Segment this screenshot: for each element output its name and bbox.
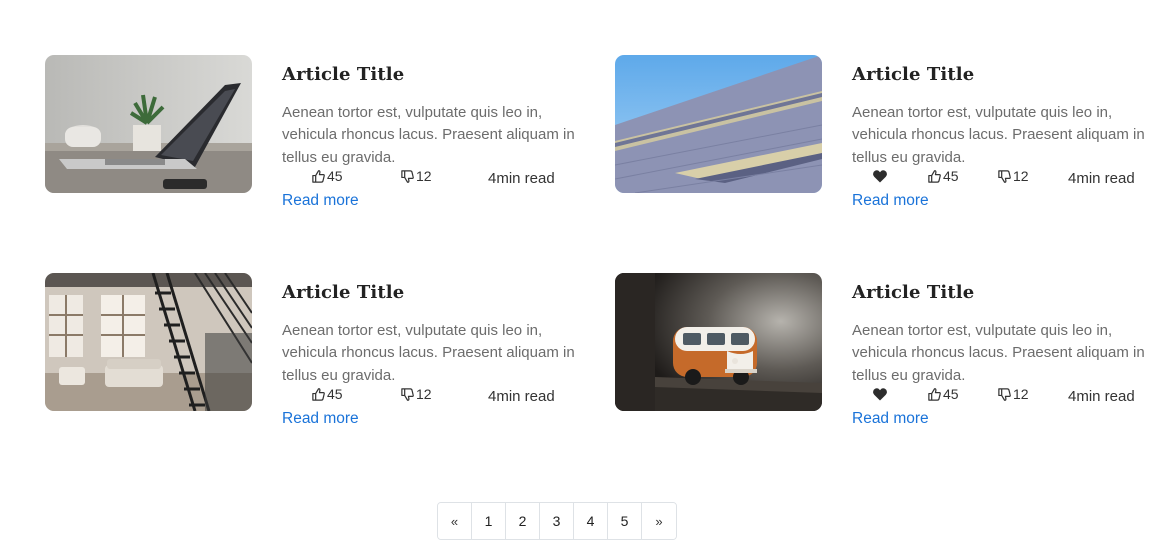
pagination-next[interactable]: »: [642, 503, 676, 539]
thumbs-up-outline-icon: [312, 387, 325, 401]
article-card: Article Title Aenean tortor est, vulputa…: [45, 273, 590, 433]
thumbs-down-outline-icon: [401, 169, 414, 183]
read-more-link[interactable]: Read more: [852, 410, 929, 428]
like-count: 45: [943, 168, 959, 184]
laptop-desk-photo: [45, 55, 252, 193]
read-time: 4min read: [488, 388, 555, 405]
pagination-page-4[interactable]: 4: [574, 503, 608, 539]
like-count: 45: [327, 386, 343, 402]
article-title[interactable]: Article Title: [282, 64, 404, 85]
thumbs-up-outline-icon: [928, 387, 941, 401]
article-excerpt: Aenean tortor est, vulputate quis leo in…: [282, 322, 575, 384]
dislike-button[interactable]: 12: [997, 168, 1029, 184]
thumbs-up-outline-icon: [928, 169, 941, 183]
article-image[interactable]: [615, 273, 822, 411]
dislike-button[interactable]: 12: [400, 168, 432, 184]
like-button[interactable]: 45: [927, 168, 959, 184]
article-image[interactable]: [45, 273, 252, 411]
article-meta: 45 12 4min read: [282, 384, 587, 406]
heart-icon[interactable]: [872, 168, 888, 184]
pagination-page-3[interactable]: 3: [540, 503, 574, 539]
article-title[interactable]: Article Title: [852, 64, 974, 85]
article-excerpt: Aenean tortor est, vulputate quis leo in…: [282, 104, 575, 166]
read-time: 4min read: [1068, 170, 1135, 187]
dislike-button[interactable]: 12: [997, 386, 1029, 402]
read-more-link[interactable]: Read more: [852, 192, 929, 210]
read-more-link[interactable]: Read more: [282, 410, 359, 428]
like-count: 45: [943, 386, 959, 402]
pagination: « 1 2 3 4 5 »: [437, 502, 677, 540]
thumbs-down-outline-icon: [998, 387, 1011, 401]
read-time: 4min read: [488, 170, 555, 187]
article-card: Article Title Aenean tortor est, vulputa…: [615, 55, 1160, 215]
dislike-count: 12: [416, 168, 432, 184]
dislike-count: 12: [416, 386, 432, 402]
article-meta: 45 12 4min read: [852, 384, 1157, 406]
building-facade-photo: [615, 55, 822, 193]
dislike-button[interactable]: 12: [400, 386, 432, 402]
thumbs-up-outline-icon: [312, 169, 325, 183]
read-time: 4min read: [1068, 388, 1135, 405]
toy-van-photo: [615, 273, 822, 411]
like-button[interactable]: 45: [311, 386, 343, 402]
like-button[interactable]: 45: [927, 386, 959, 402]
pagination-page-1[interactable]: 1: [472, 503, 506, 539]
article-excerpt: Aenean tortor est, vulputate quis leo in…: [852, 104, 1145, 166]
loft-interior-photo: [45, 273, 252, 411]
article-image[interactable]: [615, 55, 822, 193]
like-count: 45: [327, 168, 343, 184]
pagination-prev[interactable]: «: [438, 503, 472, 539]
article-excerpt: Aenean tortor est, vulputate quis leo in…: [852, 322, 1145, 384]
thumbs-down-outline-icon: [401, 387, 414, 401]
article-title[interactable]: Article Title: [282, 282, 404, 303]
article-card: Article Title Aenean tortor est, vulputa…: [45, 55, 590, 215]
pagination-page-5[interactable]: 5: [608, 503, 642, 539]
thumbs-down-outline-icon: [998, 169, 1011, 183]
article-title[interactable]: Article Title: [852, 282, 974, 303]
dislike-count: 12: [1013, 386, 1029, 402]
pagination-page-2[interactable]: 2: [506, 503, 540, 539]
article-image[interactable]: [45, 55, 252, 193]
article-card: Article Title Aenean tortor est, vulputa…: [615, 273, 1160, 433]
like-button[interactable]: 45: [311, 168, 343, 184]
article-meta: 45 12 4min read: [282, 166, 587, 188]
article-meta: 45 12 4min read: [852, 166, 1157, 188]
heart-icon[interactable]: [872, 386, 888, 402]
dislike-count: 12: [1013, 168, 1029, 184]
read-more-link[interactable]: Read more: [282, 192, 359, 210]
